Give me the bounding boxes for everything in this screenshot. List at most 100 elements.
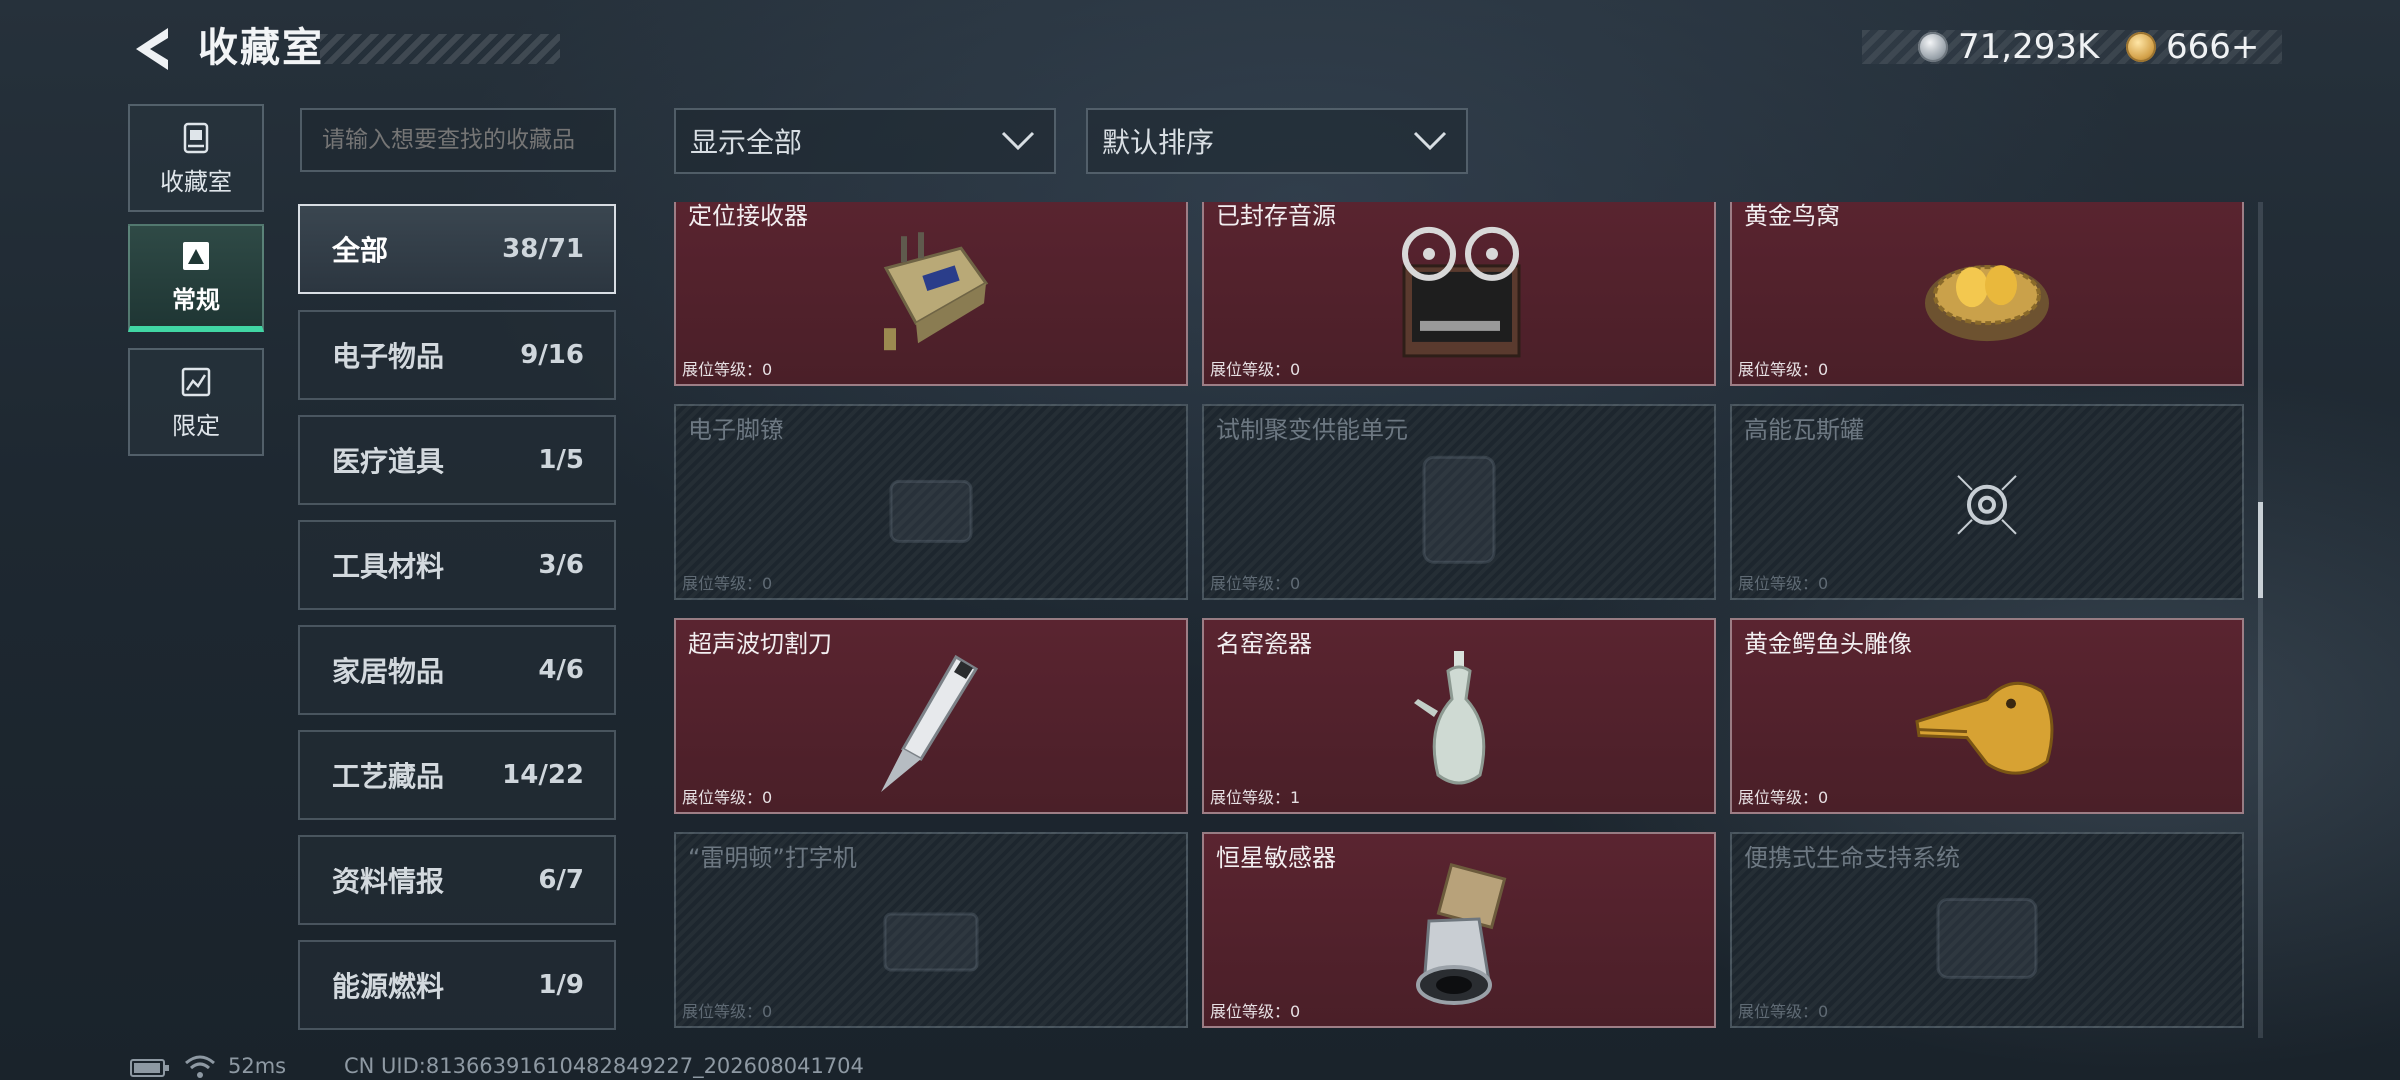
item-level: 展位等级：0 — [682, 360, 773, 379]
category-electronics[interactable]: 电子物品 9/16 — [298, 310, 616, 400]
ultrasonic-cutter-icon — [881, 654, 979, 792]
item-level: 展位等级：0 — [682, 574, 773, 593]
item-card[interactable]: 已封存音源 展位等级：0 — [1202, 202, 1716, 386]
filter-dropdown[interactable]: 显示全部 — [674, 108, 1056, 174]
item-name: 定位接收器 — [688, 202, 808, 230]
item-card[interactable]: 黄金鳄鱼头雕像 展位等级：0 — [1730, 618, 2244, 814]
uid-text: CN UID:81366391610482849227_202608041704 — [344, 1054, 864, 1078]
category-intel[interactable]: 资料情报 6/7 — [298, 835, 616, 925]
typewriter-icon — [883, 912, 979, 972]
nav-label-collection-room: 收藏室 — [160, 167, 232, 196]
fusion-power-unit-icon — [1422, 455, 1496, 564]
item-name: 超声波切割刀 — [688, 630, 832, 658]
gas-canister-icon — [1957, 475, 2017, 535]
silver-coin-icon — [1918, 32, 1948, 62]
item-name: 已封存音源 — [1216, 202, 1336, 230]
category-crafts[interactable]: 工艺藏品 14/22 — [298, 730, 616, 820]
item-name: “雷明顿”打字机 — [688, 844, 857, 872]
currency-silver[interactable]: 71,293K — [1918, 22, 2099, 72]
item-level: 展位等级：0 — [1210, 574, 1301, 593]
golden-nest-icon — [1925, 265, 2049, 342]
category-count: 3/6 — [538, 550, 584, 580]
item-card[interactable]: 恒星敏感器 展位等级：0 — [1202, 832, 1716, 1028]
category-count: 14/22 — [502, 760, 584, 790]
category-count: 1/9 — [538, 970, 584, 1000]
page-title: 收藏室 — [198, 25, 324, 71]
category-name: 全部 — [332, 234, 389, 267]
item-card[interactable]: 黄金鸟窝 展位等级：0 — [1730, 202, 2244, 386]
category-count: 4/6 — [538, 655, 584, 685]
item-name: 便携式生命支持系统 — [1744, 844, 1960, 872]
battery-icon — [130, 1059, 169, 1077]
currency-silver-value: 71,293K — [1958, 27, 2100, 67]
life-support-icon — [1936, 897, 2038, 979]
category-home[interactable]: 家居物品 4/6 — [298, 625, 616, 715]
item-level: 展位等级：0 — [1738, 1002, 1829, 1021]
nav-label-limited: 限定 — [172, 411, 220, 440]
collection-grid[interactable]: 定位接收器 展位等级：0 已封存音源 展位等级：0 黄金鸟窝 展位等级：0 电子… — [672, 202, 2260, 1030]
category-energy[interactable]: 能源燃料 1/9 — [298, 940, 616, 1030]
porcelain-vase-icon — [1414, 651, 1486, 785]
item-card[interactable]: “雷明顿”打字机 展位等级：0 — [674, 832, 1188, 1028]
locator-receiver-icon — [883, 232, 989, 351]
item-name: 恒星敏感器 — [1216, 844, 1336, 872]
filter-dropdown-label: 显示全部 — [690, 126, 803, 159]
wifi-icon — [185, 1055, 215, 1078]
currency-gold[interactable]: 666+ — [2126, 22, 2259, 72]
title-decoration — [320, 34, 560, 64]
sort-dropdown-label: 默认排序 — [1102, 126, 1215, 159]
category-name: 工具材料 — [332, 550, 445, 583]
back-arrow-icon — [136, 28, 168, 70]
item-name: 黄金鳄鱼头雕像 — [1744, 630, 1912, 658]
item-level: 展位等级：0 — [1738, 360, 1829, 379]
item-card[interactable]: 试制聚变供能单元 展位等级：0 — [1202, 404, 1716, 600]
item-name: 名窑瓷器 — [1216, 630, 1312, 658]
category-all[interactable]: 全部 38/71 — [298, 204, 616, 294]
chevron-down-icon — [1413, 131, 1447, 151]
item-card[interactable]: 名窑瓷器 展位等级：1 — [1202, 618, 1716, 814]
category-name: 资料情报 — [332, 865, 445, 898]
item-card[interactable]: 便携式生命支持系统 展位等级：0 — [1730, 832, 2244, 1028]
category-count: 9/16 — [520, 340, 584, 370]
item-level: 展位等级：0 — [1738, 788, 1829, 807]
category-medical[interactable]: 医疗道具 1/5 — [298, 415, 616, 505]
currency-gold-value: 666+ — [2166, 27, 2260, 67]
item-card[interactable]: 超声波切割刀 展位等级：0 — [674, 618, 1188, 814]
gold-coin-icon — [2126, 32, 2156, 62]
regular-icon — [183, 241, 209, 270]
category-count: 1/5 — [538, 445, 584, 475]
item-card[interactable]: 定位接收器 展位等级：0 — [674, 202, 1188, 386]
item-name: 电子脚镣 — [688, 416, 784, 444]
item-name: 试制聚变供能单元 — [1216, 416, 1408, 444]
item-level: 展位等级：0 — [682, 1002, 773, 1021]
category-name: 能源燃料 — [332, 970, 445, 1003]
category-name: 电子物品 — [332, 340, 445, 373]
item-level: 展位等级：0 — [1738, 574, 1829, 593]
item-name: 黄金鸟窝 — [1744, 202, 1840, 230]
category-name: 家居物品 — [332, 655, 445, 688]
back-button[interactable] — [128, 24, 178, 74]
chevron-down-icon — [1001, 131, 1035, 151]
collection-room-icon — [183, 122, 209, 153]
sort-dropdown[interactable]: 默认排序 — [1086, 108, 1468, 174]
reel-tape-recorder-icon — [1402, 226, 1521, 358]
item-level: 展位等级：0 — [682, 788, 773, 807]
star-sensor-icon — [1416, 863, 1507, 1005]
electronic-shackle-icon — [889, 479, 973, 543]
limited-icon — [181, 367, 211, 396]
category-count: 6/7 — [538, 865, 584, 895]
category-name: 医疗道具 — [332, 445, 445, 478]
item-name: 高能瓦斯罐 — [1744, 416, 1864, 444]
nav-limited[interactable]: 限定 — [128, 348, 264, 456]
item-card[interactable]: 电子脚镣 展位等级：0 — [674, 404, 1188, 600]
category-name: 工艺藏品 — [332, 760, 445, 793]
scrollbar-thumb[interactable] — [2258, 502, 2263, 598]
search-input[interactable] — [300, 108, 616, 172]
grid-scrollbar[interactable] — [2258, 202, 2263, 1038]
item-level: 展位等级：0 — [1210, 1002, 1301, 1021]
category-tools[interactable]: 工具材料 3/6 — [298, 520, 616, 610]
item-card[interactable]: 高能瓦斯罐 展位等级：0 — [1730, 404, 2244, 600]
nav-collection-room[interactable]: 收藏室 — [128, 104, 264, 212]
category-count: 38/71 — [502, 234, 584, 264]
nav-regular[interactable]: 常规 — [128, 224, 264, 332]
